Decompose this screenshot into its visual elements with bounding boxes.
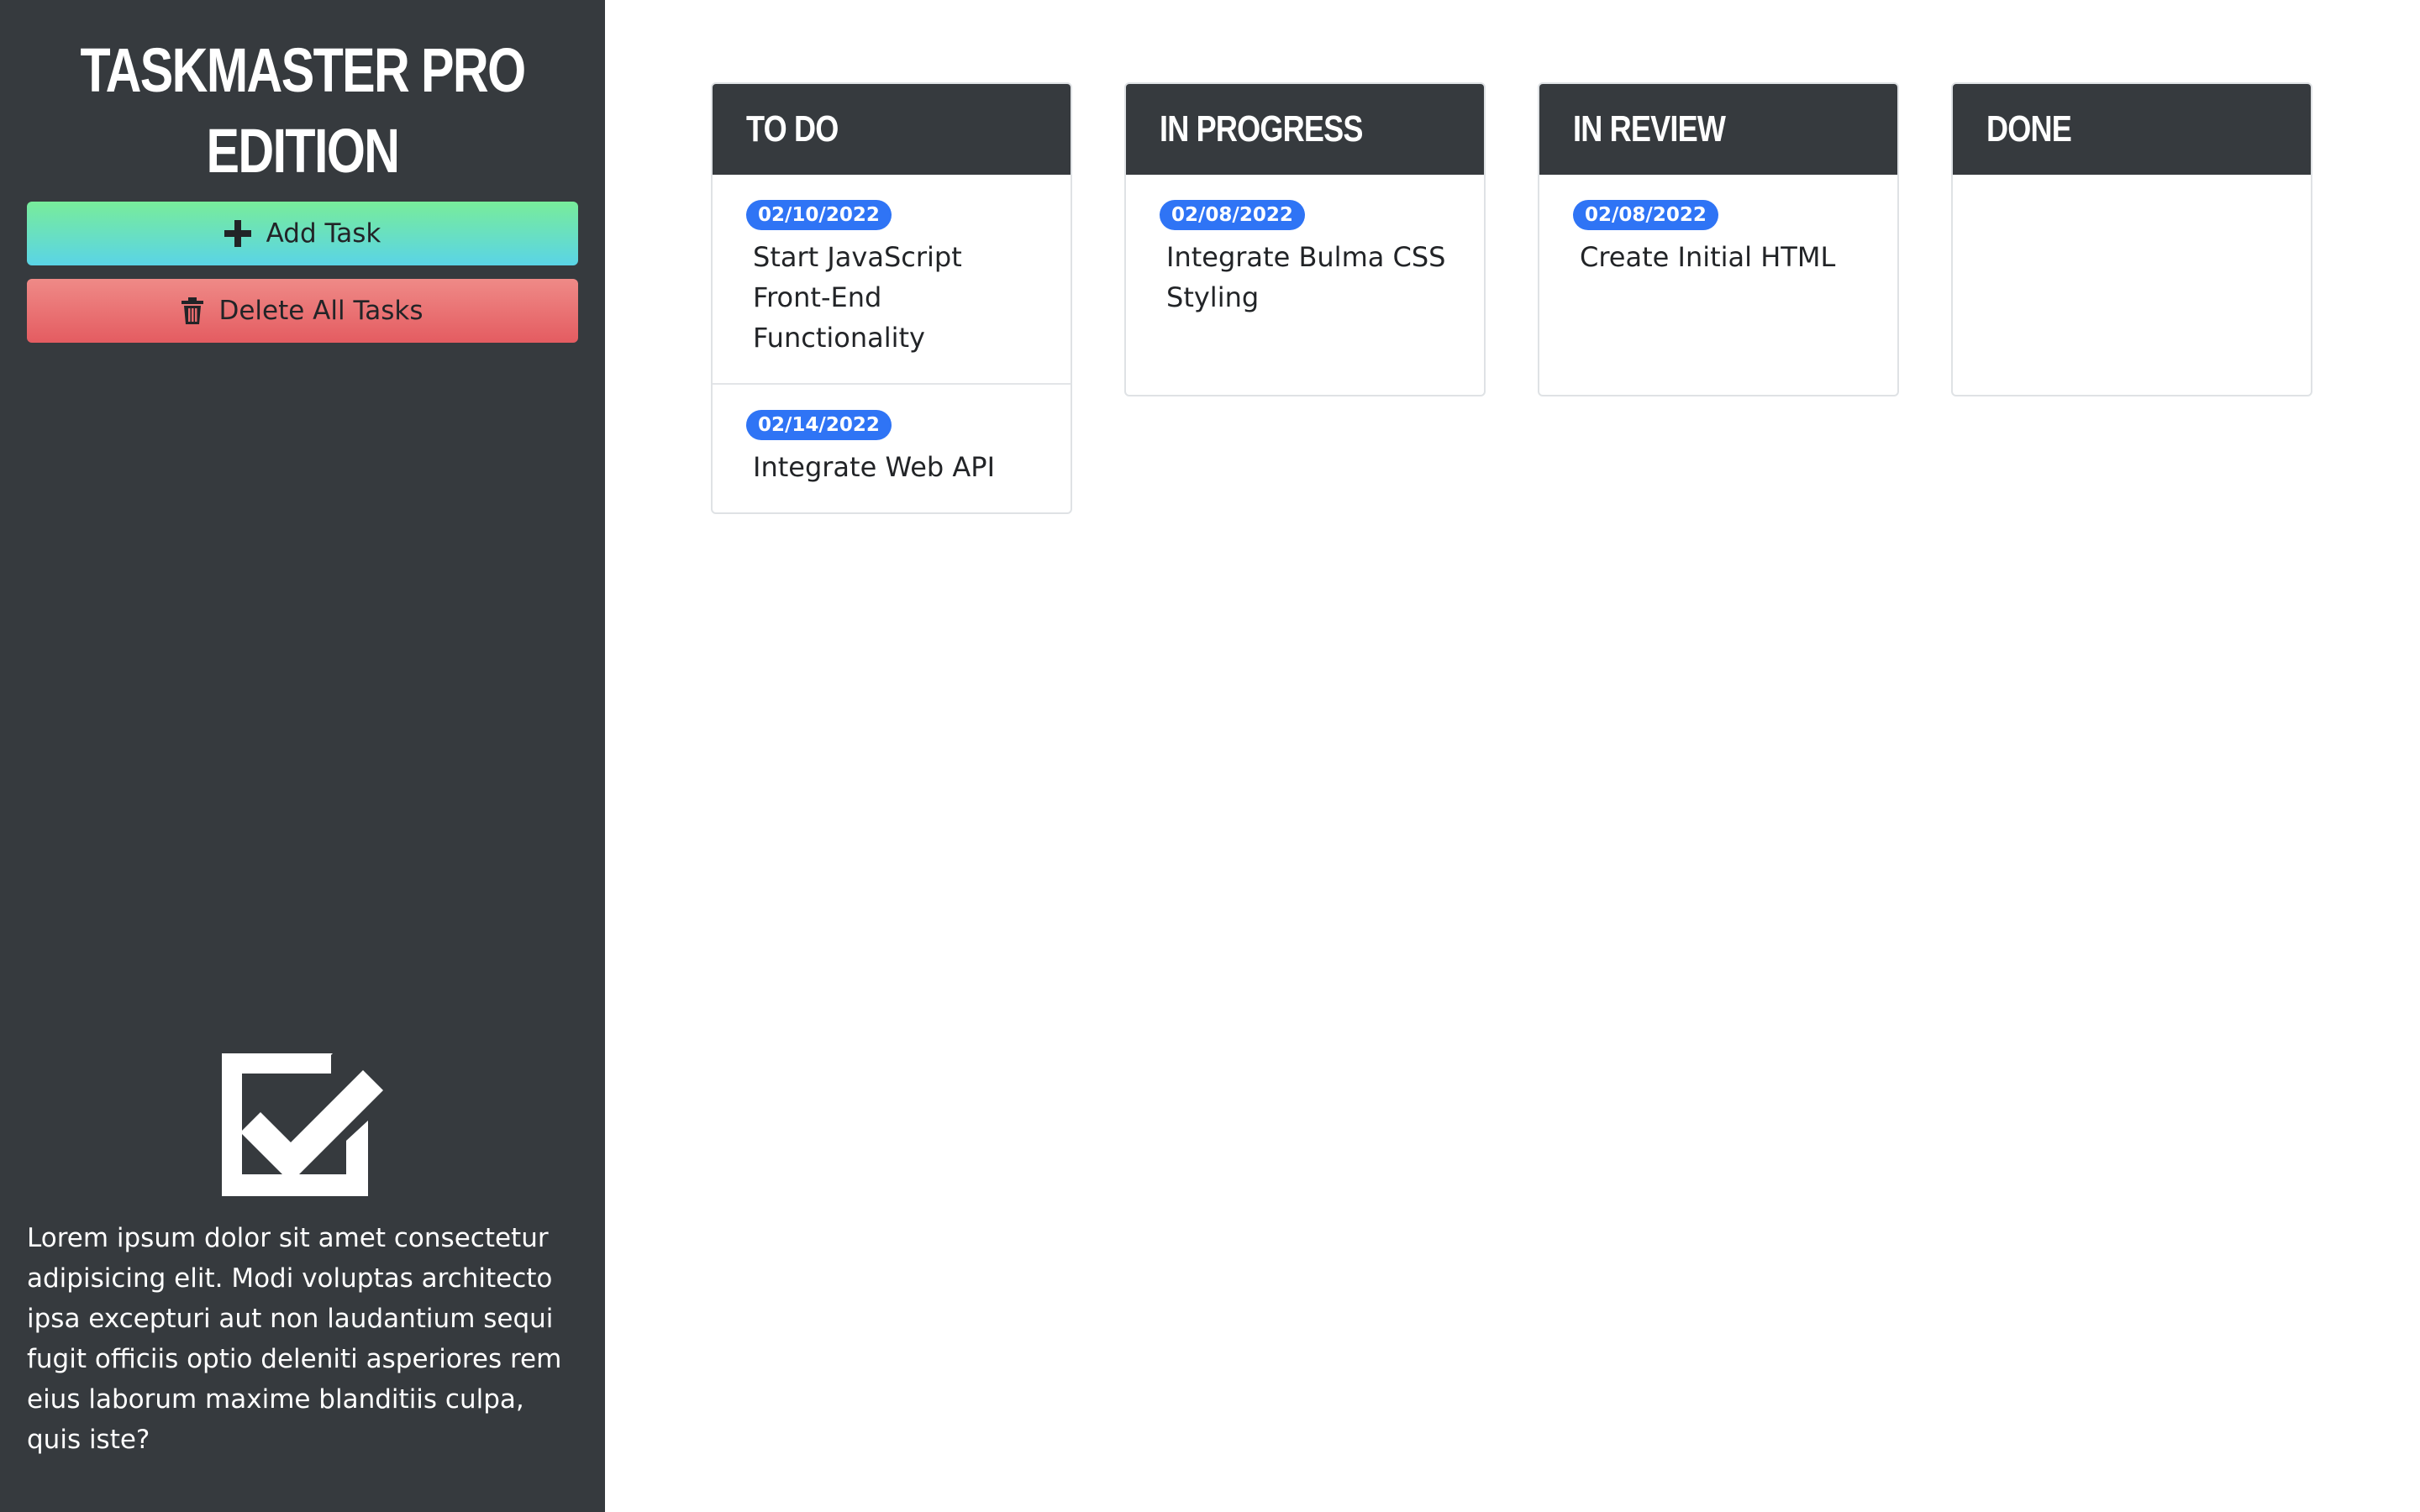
column-header: In Review (1539, 84, 1897, 175)
task-title: Create Initial HTML (1580, 241, 1836, 273)
app-root: Taskmaster Pro Edition Add Task (0, 0, 2420, 1512)
task-title: Start JavaScript Front-End Functionality (753, 241, 962, 354)
due-date-badge: 02/08/2022 (1160, 200, 1305, 230)
due-date-badge: 02/08/2022 (1573, 200, 1718, 230)
column-header: To Do (713, 84, 1071, 175)
sidebar-description: Lorem ipsum dolor sit amet consectetur a… (27, 1223, 562, 1455)
task-card[interactable]: 02/08/2022 Create Initial HTML (1539, 175, 1897, 302)
due-date-badge: 02/14/2022 (746, 410, 892, 440)
task-card[interactable]: 02/14/2022 Integrate Web API (713, 385, 1071, 512)
checkbox-check-icon (220, 1052, 385, 1196)
plus-icon (224, 220, 251, 247)
column-title: In Review (1573, 108, 1726, 150)
column-task-list[interactable] (1953, 175, 2311, 395)
column-task-list: 02/10/2022 Start JavaScript Front-End Fu… (713, 175, 1071, 512)
column-header: In Progress (1126, 84, 1484, 175)
task-card[interactable]: 02/08/2022 Integrate Bulma CSS Styling (1126, 175, 1484, 343)
column-in-progress: In Progress 02/08/2022 Integrate Bulma C… (1124, 82, 1486, 396)
column-in-review: In Review 02/08/2022 Create Initial HTML (1538, 82, 1899, 396)
task-title: Integrate Web API (753, 451, 995, 483)
column-task-list: 02/08/2022 Create Initial HTML (1539, 175, 1897, 395)
trash-icon (182, 297, 204, 324)
app-title-line-2: Edition (206, 116, 401, 186)
add-task-button[interactable]: Add Task (27, 202, 578, 265)
add-task-label: Add Task (266, 218, 381, 249)
task-card[interactable]: 02/10/2022 Start JavaScript Front-End Fu… (713, 175, 1071, 385)
app-title: Taskmaster Pro Edition (60, 30, 544, 192)
column-header: Done (1953, 84, 2311, 175)
sidebar: Taskmaster Pro Edition Add Task (0, 0, 605, 1512)
app-title-line-1: Taskmaster Pro (80, 35, 526, 105)
delete-all-tasks-button[interactable]: Delete All Tasks (27, 279, 578, 343)
column-todo: To Do 02/10/2022 Start JavaScript Front-… (711, 82, 1072, 514)
column-title: To Do (746, 108, 839, 150)
column-title: In Progress (1160, 108, 1363, 150)
column-title: Done (1986, 108, 2072, 150)
delete-all-tasks-label: Delete All Tasks (218, 296, 424, 326)
due-date-badge: 02/10/2022 (746, 200, 892, 230)
column-task-list: 02/08/2022 Integrate Bulma CSS Styling (1126, 175, 1484, 395)
column-done: Done (1951, 82, 2312, 396)
task-title: Integrate Bulma CSS Styling (1166, 241, 1446, 313)
